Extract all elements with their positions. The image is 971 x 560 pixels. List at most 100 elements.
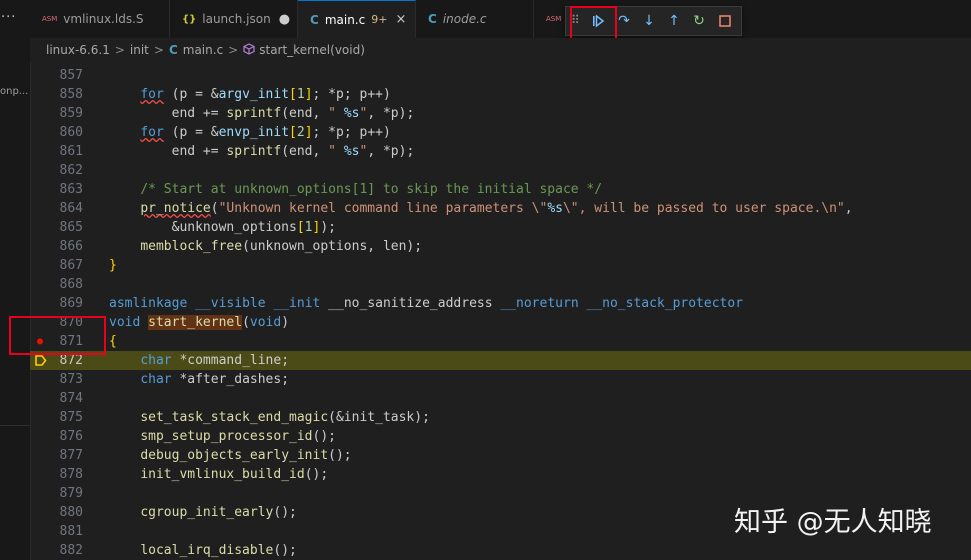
- tab-main-c[interactable]: C main.c 9+ ×: [298, 0, 416, 38]
- code-text: end += sprintf(end, " %s", *p);: [109, 104, 415, 123]
- code-token: init_vmlinux_build_id: [140, 467, 305, 482]
- problems-badge: 9+: [371, 13, 388, 26]
- code-token: [: [289, 125, 297, 140]
- c-file-icon: C: [428, 12, 437, 26]
- code-token: __visible: [195, 296, 266, 311]
- code-token: sprintf: [226, 106, 282, 121]
- code-token: debug_objects_early_init: [140, 448, 329, 463]
- code-text: cgroup_init_early();: [109, 503, 297, 522]
- code-line[interactable]: 868: [30, 275, 971, 294]
- line-number: 865: [59, 220, 83, 235]
- step-over-icon[interactable]: ↷: [615, 12, 633, 30]
- chevron-right-icon: >: [228, 43, 239, 57]
- c-file-icon: C: [168, 43, 178, 57]
- code-line[interactable]: 875 set_task_stack_end_magic(&init_task)…: [30, 408, 971, 427]
- code-text: asmlinkage __visible __init __no_sanitiz…: [109, 294, 743, 313]
- stop-icon[interactable]: [716, 12, 734, 30]
- code-token: &unknown_options: [109, 220, 297, 235]
- close-icon[interactable]: ×: [395, 12, 406, 27]
- breadcrumb-item-root[interactable]: linux-6.6.1: [46, 43, 110, 57]
- line-number: 879: [59, 486, 83, 501]
- code-text: char *command_line;: [109, 351, 289, 370]
- code-line[interactable]: 870 void start_kernel(void): [30, 313, 971, 332]
- code-line[interactable]: 876 smp_setup_processor_id();: [30, 427, 971, 446]
- code-line[interactable]: 858 for (p = &argv_init[1]; *p; p++): [30, 85, 971, 104]
- code-text: end += sprintf(end, " %s", *p);: [109, 142, 415, 161]
- code-token: for: [140, 125, 164, 140]
- code-line[interactable]: 861 end += sprintf(end, " %s", *p);: [30, 142, 971, 161]
- code-token: ();: [328, 448, 352, 463]
- code-token: ; *p; p++): [312, 125, 391, 140]
- line-number: 860: [59, 125, 83, 140]
- code-token: void: [109, 315, 141, 330]
- code-line[interactable]: 859 end += sprintf(end, " %s", *p);: [30, 104, 971, 123]
- code-token: /* Start at unknown_options[1] to skip t…: [140, 182, 603, 197]
- code-line[interactable]: 860 for (p = &envp_init[2]; *p; p++): [30, 123, 971, 142]
- tab-vmlinux-lds[interactable]: ASM vmlinux.lds.S: [30, 0, 170, 38]
- code-line[interactable]: 877 debug_objects_early_init();: [30, 446, 971, 465]
- line-number: 863: [59, 182, 83, 197]
- code-token: "Unknown kernel command line parameters …: [218, 201, 548, 216]
- code-token: set_task_stack_end_magic: [140, 410, 329, 425]
- code-editor[interactable]: 857 858 for (p = &argv_init[1]; *p; p++) 8…: [30, 62, 971, 560]
- line-number: 873: [59, 372, 83, 387]
- code-text: pr_notice("Unknown kernel command line p…: [109, 199, 852, 218]
- code-token: void: [249, 315, 282, 330]
- code-token: for: [140, 87, 164, 102]
- code-line[interactable]: 866 memblock_free(unknown_options, len);: [30, 237, 971, 256]
- code-line[interactable]: 882 local_irq_disable();: [30, 541, 971, 560]
- tab-launch-json[interactable]: {} launch.json ●: [170, 0, 298, 38]
- code-line[interactable]: 864 pr_notice("Unknown kernel command li…: [30, 199, 971, 218]
- code-line[interactable]: 872 char *command_line;: [30, 351, 971, 370]
- code-token: ]: [304, 87, 313, 102]
- code-token: start_kernel: [148, 315, 243, 330]
- line-number: 864: [59, 201, 83, 216]
- code-line[interactable]: 862: [30, 161, 971, 180]
- code-text: smp_setup_processor_id();: [109, 427, 336, 446]
- breadcrumb-item-init[interactable]: init: [130, 43, 149, 57]
- code-token: ]: [304, 125, 313, 140]
- code-line[interactable]: ● 871{: [30, 332, 971, 351]
- code-token: (end,: [281, 144, 329, 159]
- tab-inode-c[interactable]: C inode.c: [416, 0, 534, 38]
- code-line[interactable]: 873 char *after_dashes;: [30, 370, 971, 389]
- code-token: __no_stack_protector: [586, 296, 744, 311]
- unsaved-dot-icon[interactable]: ●: [279, 12, 290, 27]
- breadcrumb-item-symbol[interactable]: start_kernel(void): [259, 43, 365, 57]
- code-line[interactable]: 869 asmlinkage __visible __init __no_sani…: [30, 294, 971, 313]
- breakpoint-highlight-box: [9, 316, 106, 355]
- chevron-right-icon: >: [153, 43, 164, 57]
- code-line[interactable]: 874: [30, 389, 971, 408]
- code-line[interactable]: 857: [30, 66, 971, 85]
- code-line[interactable]: 867}: [30, 256, 971, 275]
- more-actions-icon[interactable]: ···: [1, 10, 16, 25]
- restart-icon[interactable]: ↻: [690, 12, 708, 30]
- code-token: __noreturn: [500, 296, 579, 311]
- sidebar-divider: [0, 425, 30, 426]
- code-text: &unknown_options[1]);: [109, 218, 336, 237]
- explorer-truncated-item[interactable]: onp...: [0, 86, 28, 97]
- code-token: {: [109, 334, 117, 349]
- tab-label: main.c: [324, 12, 366, 27]
- code-line[interactable]: 865 &unknown_options[1]);: [30, 218, 971, 237]
- breadcrumb-item-file[interactable]: main.c: [183, 43, 223, 57]
- step-into-icon[interactable]: ↓: [640, 12, 658, 30]
- code-text: }: [109, 256, 117, 275]
- line-number: 868: [59, 277, 83, 292]
- code-token: [: [296, 220, 305, 235]
- asm-file-icon: ASM: [546, 15, 562, 23]
- json-file-icon: {}: [182, 13, 197, 25]
- step-out-icon[interactable]: ↑: [665, 12, 683, 30]
- code-token: envp_init: [218, 125, 290, 140]
- code-line[interactable]: 878 init_vmlinux_build_id();: [30, 465, 971, 484]
- tab-label: launch.json: [202, 12, 271, 26]
- code-token: ": [328, 144, 344, 159]
- code-line[interactable]: 863 /* Start at unknown_options[1] to sk…: [30, 180, 971, 199]
- code-token: ; *p; p++): [312, 87, 391, 102]
- line-number: 881: [59, 524, 83, 539]
